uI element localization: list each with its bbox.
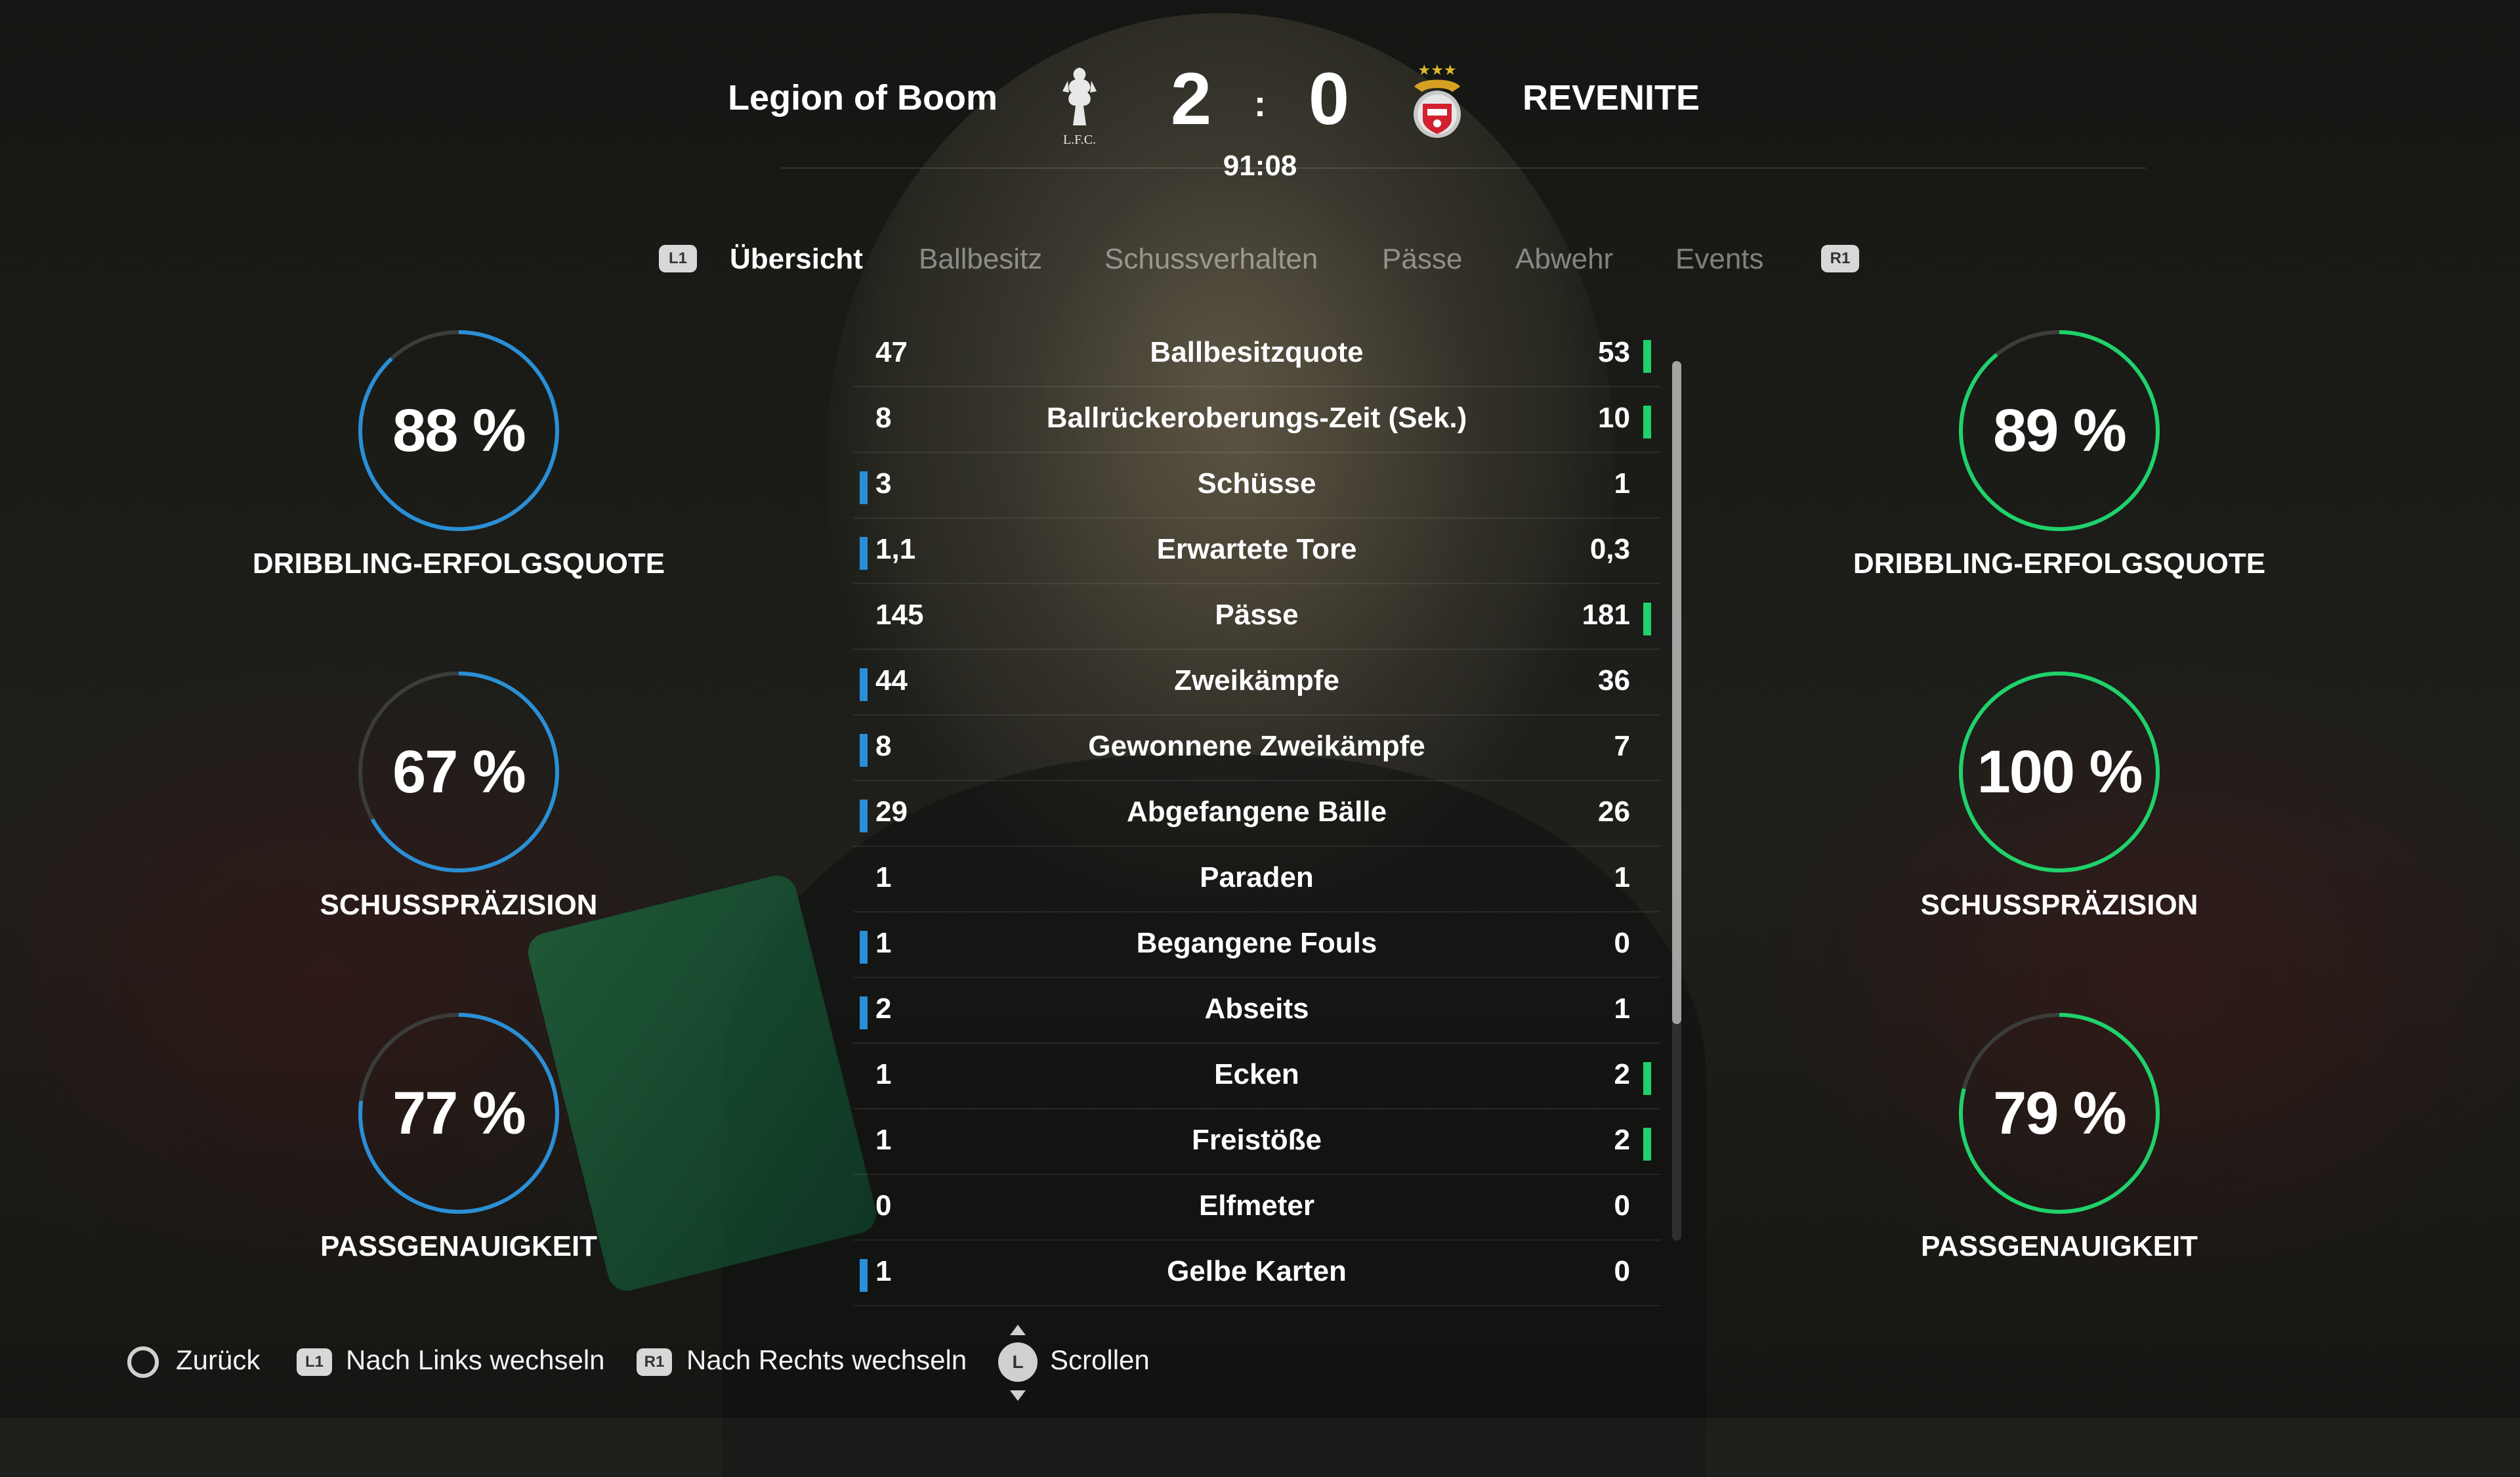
stat-away-value: 2	[1614, 1124, 1630, 1156]
stat-row: 44 Zweikämpfe 36	[853, 650, 1660, 716]
gauge-value: 67 %	[392, 739, 526, 805]
stat-row: 8 Ballrückeroberungs-Zeit (Sek.) 10	[853, 387, 1660, 453]
stat-label: Gewonnene Zweikämpfe	[1088, 730, 1425, 762]
gauge-value: 88 %	[392, 397, 526, 464]
stat-away-value: 181	[1582, 599, 1630, 631]
stat-label: Abgefangene Bälle	[1126, 796, 1387, 828]
stat-row: 29 Abgefangene Bälle 26	[853, 781, 1660, 847]
stick-down-arrow-icon	[1010, 1390, 1026, 1401]
tab-abwehr[interactable]: Abwehr	[1515, 243, 1613, 276]
l1-hint-icon: L1	[297, 1348, 332, 1376]
stat-away-value: 0	[1614, 1255, 1630, 1287]
stat-label: Schüsse	[1197, 467, 1316, 500]
tab-ballbesitz[interactable]: Ballbesitz	[919, 243, 1042, 276]
home-team-crest-icon: L.F.C.	[1053, 62, 1106, 148]
stat-row: 2 Abseits 1	[853, 978, 1660, 1044]
stat-row: 47 Ballbesitzquote 53	[853, 322, 1660, 387]
l1-button-icon[interactable]: L1	[659, 245, 697, 272]
gauge-value: 100 %	[1977, 739, 2143, 805]
stat-label: Gelbe Karten	[1167, 1255, 1347, 1287]
stat-away-value: 0,3	[1589, 533, 1630, 565]
stat-row: 1 Paraden 1	[853, 847, 1660, 912]
stat-label: Ecken	[1214, 1058, 1299, 1090]
switch-left-hint[interactable]: Nach Links wechseln	[346, 1344, 605, 1376]
gauge-value: 77 %	[392, 1080, 526, 1147]
stat-label: Elfmeter	[1198, 1189, 1315, 1222]
circle-button-icon[interactable]	[127, 1346, 159, 1378]
home-score: 2	[1170, 58, 1212, 140]
away-gauge-label-shooting: SCHUSSPRÄZISION	[1920, 889, 2198, 921]
stat-row: 1 Freistöße 2	[853, 1109, 1660, 1175]
stat-label: Begangene Fouls	[1136, 927, 1377, 959]
match-clock: 91:08	[1223, 150, 1297, 182]
stat-away-value: 0	[1614, 1189, 1630, 1222]
stat-away-value: 2	[1614, 1058, 1630, 1090]
away-team-crest-icon: ★★★	[1401, 60, 1473, 149]
stat-row: 1 Gelbe Karten 0	[853, 1241, 1660, 1306]
header-divider	[781, 167, 2146, 169]
tab-paesse[interactable]: Pässe	[1382, 243, 1462, 276]
home-gauge-label-dribbling: DRIBBLING-ERFOLGSQUOTE	[252, 547, 665, 580]
r1-hint-icon: R1	[637, 1348, 672, 1376]
stat-row: 145 Pässe 181	[853, 584, 1660, 650]
stat-away-value: 1	[1614, 993, 1630, 1025]
stat-away-value: 36	[1598, 664, 1630, 696]
scroll-hint[interactable]: Scrollen	[1050, 1344, 1150, 1376]
back-hint[interactable]: Zurück	[176, 1344, 260, 1376]
stat-label: Zweikämpfe	[1174, 664, 1339, 696]
stat-row: 1 Begangene Fouls 0	[853, 912, 1660, 978]
away-gauge-label-passing: PASSGENAUIGKEIT	[1920, 1230, 2198, 1262]
stat-away-value: 0	[1614, 927, 1630, 959]
home-gauge-label-shooting: SCHUSSPRÄZISION	[320, 889, 598, 921]
stats-scrollbar-thumb[interactable]	[1672, 361, 1681, 1024]
stat-away-value: 1	[1614, 861, 1630, 893]
away-gauge-passing: 79 %	[1957, 1011, 2162, 1216]
switch-right-hint[interactable]: Nach Rechts wechseln	[686, 1344, 967, 1376]
tab-events[interactable]: Events	[1675, 243, 1764, 276]
away-gauge-dribbling: 89 %	[1957, 328, 2162, 533]
gauge-value: 79 %	[1993, 1080, 2127, 1147]
svg-text:★★★: ★★★	[1418, 62, 1456, 79]
stick-up-arrow-icon	[1010, 1325, 1026, 1335]
stat-row: 8 Gewonnene Zweikämpfe 7	[853, 716, 1660, 781]
tab-uebersicht[interactable]: Übersicht	[730, 243, 863, 276]
stat-away-value: 53	[1598, 336, 1630, 368]
away-gauge-label-dribbling: DRIBBLING-ERFOLGSQUOTE	[1853, 547, 2266, 580]
stat-label: Ballrückeroberungs-Zeit (Sek.)	[1046, 402, 1467, 434]
home-gauge-shooting: 67 %	[356, 670, 561, 874]
stat-label: Paraden	[1200, 861, 1314, 893]
stat-row: 3 Schüsse 1	[853, 453, 1660, 519]
away-score: 0	[1308, 58, 1350, 140]
stat-label: Erwartete Tore	[1156, 533, 1357, 565]
tab-schussverhalten[interactable]: Schussverhalten	[1104, 243, 1318, 276]
away-team-name: REVENITE	[1522, 78, 1700, 118]
stat-away-value: 26	[1598, 796, 1630, 828]
stat-label: Freistöße	[1191, 1124, 1322, 1156]
stat-label: Pässe	[1215, 599, 1299, 631]
home-team-name: Legion of Boom	[728, 78, 998, 118]
stat-away-value: 10	[1598, 402, 1630, 434]
away-gauge-shooting: 100 %	[1957, 670, 2162, 874]
home-gauge-label-passing: PASSGENAUIGKEIT	[320, 1230, 598, 1262]
r1-button-icon[interactable]: R1	[1821, 245, 1859, 272]
home-crest-text: L.F.C.	[1063, 133, 1096, 147]
score-separator: :	[1253, 83, 1267, 124]
stat-label: Abseits	[1204, 993, 1309, 1025]
stat-row: 1,1 Erwartete Tore 0,3	[853, 519, 1660, 584]
gauge-value: 89 %	[1993, 397, 2127, 464]
home-gauge-passing: 77 %	[356, 1011, 561, 1216]
stat-row: 1 Ecken 2	[853, 1044, 1660, 1109]
left-stick-icon: L	[998, 1342, 1038, 1382]
stats-table[interactable]: 47 Ballbesitzquote 53 8 Ballrückeroberungs-Z…	[853, 322, 1660, 1306]
stat-label: Ballbesitzquote	[1150, 336, 1364, 368]
home-gauge-dribbling: 88 %	[356, 328, 561, 533]
stat-away-value: 7	[1614, 730, 1630, 762]
stat-away-value: 1	[1614, 467, 1630, 500]
stat-row: 0 Elfmeter 0	[853, 1175, 1660, 1241]
